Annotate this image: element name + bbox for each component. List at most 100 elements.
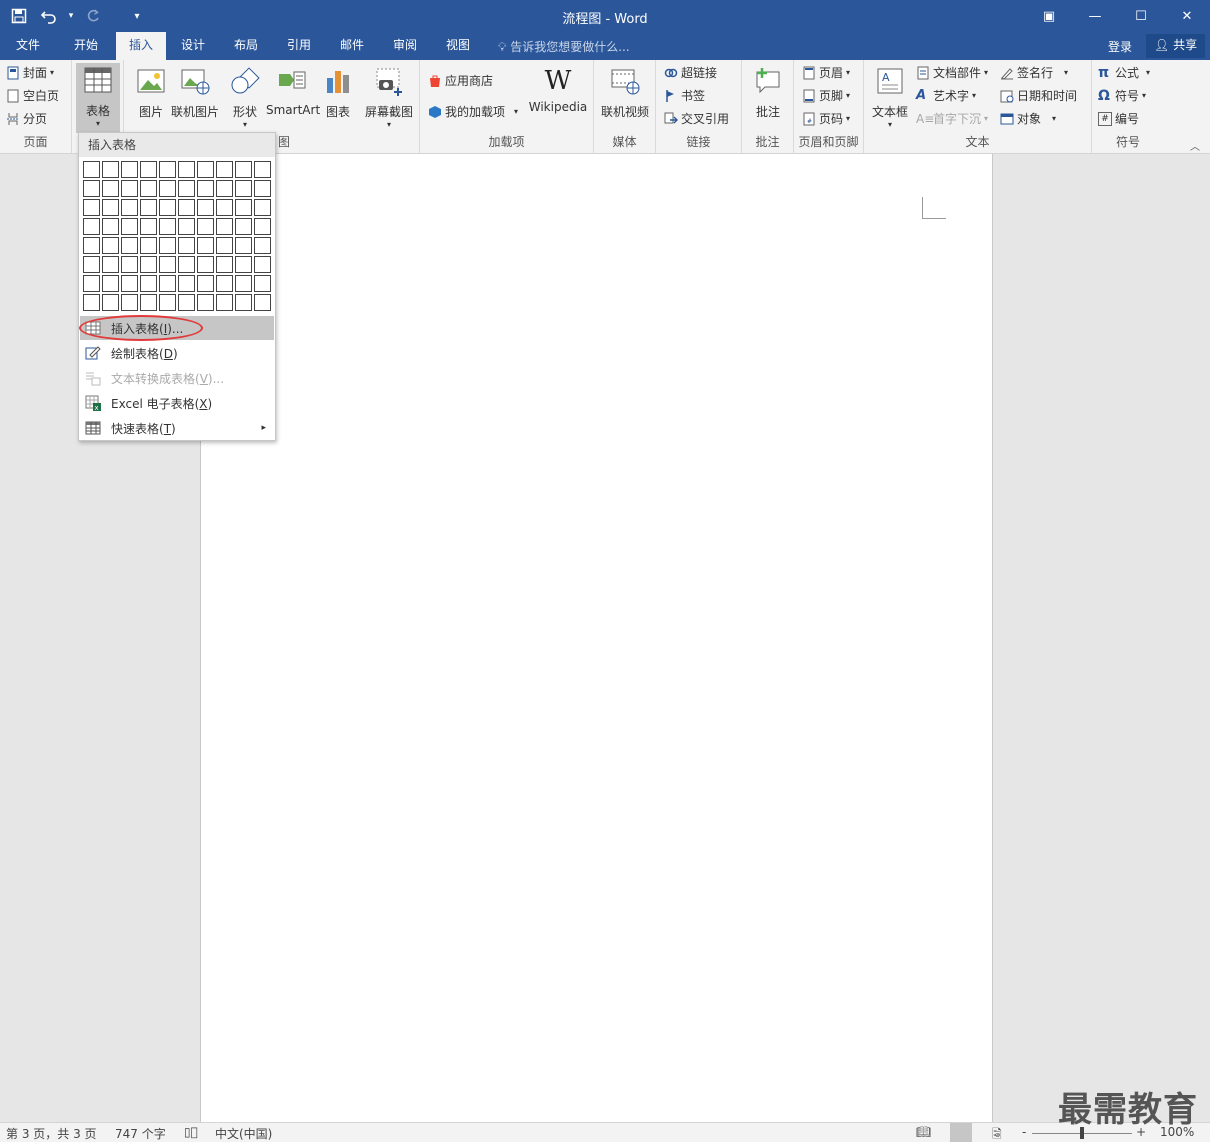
page-break-button[interactable]: 分页 bbox=[6, 109, 47, 129]
table-grid-cell[interactable] bbox=[197, 275, 214, 292]
table-grid-cell[interactable] bbox=[254, 294, 271, 311]
table-grid-cell[interactable] bbox=[216, 294, 233, 311]
table-grid-cell[interactable] bbox=[254, 161, 271, 178]
table-grid-cell[interactable] bbox=[216, 256, 233, 273]
table-grid-cell[interactable] bbox=[159, 199, 176, 216]
date-time-button[interactable]: 日期和时间 bbox=[1000, 86, 1077, 106]
table-grid-cell[interactable] bbox=[254, 256, 271, 273]
table-grid-cell[interactable] bbox=[140, 275, 157, 292]
table-grid-cell[interactable] bbox=[140, 199, 157, 216]
table-grid-cell[interactable] bbox=[178, 199, 195, 216]
table-grid-cell[interactable] bbox=[178, 180, 195, 197]
table-grid-cell[interactable] bbox=[140, 218, 157, 235]
web-layout-icon[interactable]: 🗟︎ bbox=[992, 1125, 1002, 1142]
table-grid-cell[interactable] bbox=[159, 180, 176, 197]
wikipedia-button[interactable]: W Wikipedia bbox=[526, 64, 590, 114]
online-video-button[interactable]: 联机视频 bbox=[598, 64, 652, 120]
online-pictures-button[interactable]: 联机图片 bbox=[170, 64, 220, 120]
table-grid-cell[interactable] bbox=[216, 161, 233, 178]
equation-button[interactable]: π 公式 ▾ bbox=[1098, 63, 1150, 83]
table-grid-cell[interactable] bbox=[121, 294, 138, 311]
signature-line-button[interactable]: 签名行 ▾ bbox=[1000, 63, 1068, 83]
excel-spreadsheet-menu-item[interactable]: x Excel 电子表格(X) bbox=[80, 391, 274, 415]
footer-button[interactable]: 页脚 ▾ bbox=[802, 86, 850, 106]
textbox-button[interactable]: A 文本框 ▾ bbox=[868, 64, 912, 129]
tab-file[interactable]: 文件 bbox=[4, 32, 52, 60]
drop-cap-button[interactable]: A≡ 首字下沉 ▾ bbox=[916, 109, 988, 129]
table-grid-cell[interactable] bbox=[178, 275, 195, 292]
table-grid-cell[interactable] bbox=[235, 218, 252, 235]
tab-home[interactable]: 开始 bbox=[62, 32, 110, 60]
symbol-button[interactable]: Ω 符号 ▾ bbox=[1098, 86, 1146, 106]
word-count[interactable]: 747 个字 bbox=[115, 1125, 166, 1142]
table-grid-cell[interactable] bbox=[121, 218, 138, 235]
new-comment-button[interactable]: 批注 bbox=[743, 64, 793, 120]
document-page[interactable] bbox=[200, 154, 993, 1124]
table-grid-cell[interactable] bbox=[121, 275, 138, 292]
table-grid-cell[interactable] bbox=[102, 275, 119, 292]
table-grid-cell[interactable] bbox=[197, 218, 214, 235]
header-button[interactable]: 页眉 ▾ bbox=[802, 63, 850, 83]
table-grid-cell[interactable] bbox=[102, 218, 119, 235]
tab-insert[interactable]: 插入 bbox=[116, 32, 166, 60]
screenshot-button[interactable]: 屏幕截图 ▾ bbox=[362, 64, 416, 129]
table-button[interactable]: 表格 ▾ bbox=[76, 63, 120, 133]
close-icon[interactable]: ✕ bbox=[1164, 0, 1210, 32]
tab-review[interactable]: 审阅 bbox=[382, 32, 428, 60]
bookmark-button[interactable]: 书签 bbox=[664, 86, 705, 106]
tell-me-search[interactable]: 💡︎ 告诉我您想要做什么... bbox=[498, 38, 630, 55]
table-size-grid[interactable] bbox=[83, 161, 271, 311]
table-grid-cell[interactable] bbox=[178, 256, 195, 273]
table-grid-cell[interactable] bbox=[102, 180, 119, 197]
table-grid-cell[interactable] bbox=[216, 275, 233, 292]
table-grid-cell[interactable] bbox=[178, 294, 195, 311]
table-grid-cell[interactable] bbox=[235, 180, 252, 197]
table-grid-cell[interactable] bbox=[121, 180, 138, 197]
table-grid-cell[interactable] bbox=[235, 294, 252, 311]
wordart-button[interactable]: A 艺术字 ▾ bbox=[916, 86, 976, 106]
table-grid-cell[interactable] bbox=[102, 161, 119, 178]
table-grid-cell[interactable] bbox=[216, 237, 233, 254]
table-grid-cell[interactable] bbox=[197, 161, 214, 178]
table-grid-cell[interactable] bbox=[254, 218, 271, 235]
table-grid-cell[interactable] bbox=[216, 180, 233, 197]
zoom-out-button[interactable]: - bbox=[1022, 1125, 1026, 1139]
table-grid-cell[interactable] bbox=[197, 256, 214, 273]
table-grid-cell[interactable] bbox=[178, 161, 195, 178]
table-grid-cell[interactable] bbox=[102, 256, 119, 273]
number-button[interactable]: # 编号 bbox=[1098, 109, 1139, 129]
quick-parts-button[interactable]: 文档部件 ▾ bbox=[916, 63, 988, 83]
language-indicator[interactable]: 中文(中国) bbox=[215, 1125, 272, 1142]
table-grid-cell[interactable] bbox=[216, 218, 233, 235]
table-grid-cell[interactable] bbox=[235, 199, 252, 216]
table-grid-cell[interactable] bbox=[235, 161, 252, 178]
table-grid-cell[interactable] bbox=[121, 161, 138, 178]
table-grid-cell[interactable] bbox=[102, 294, 119, 311]
table-grid-cell[interactable] bbox=[83, 294, 100, 311]
cover-page-button[interactable]: 封面 ▾ bbox=[6, 63, 54, 83]
share-button[interactable]: 👤︎ 共享 bbox=[1146, 34, 1206, 58]
table-grid-cell[interactable] bbox=[197, 199, 214, 216]
page-number-button[interactable]: # 页码 ▾ bbox=[802, 109, 850, 129]
minimize-icon[interactable]: — bbox=[1072, 0, 1118, 32]
table-grid-cell[interactable] bbox=[235, 256, 252, 273]
table-grid-cell[interactable] bbox=[159, 275, 176, 292]
table-grid-cell[interactable] bbox=[197, 237, 214, 254]
table-grid-cell[interactable] bbox=[216, 199, 233, 216]
maximize-icon[interactable]: ☐ bbox=[1118, 0, 1164, 32]
table-grid-cell[interactable] bbox=[254, 199, 271, 216]
tab-layout[interactable]: 布局 bbox=[223, 32, 269, 60]
table-grid-cell[interactable] bbox=[83, 237, 100, 254]
table-grid-cell[interactable] bbox=[178, 237, 195, 254]
table-grid-cell[interactable] bbox=[83, 275, 100, 292]
table-grid-cell[interactable] bbox=[102, 199, 119, 216]
tab-design[interactable]: 设计 bbox=[170, 32, 216, 60]
tab-references[interactable]: 引用 bbox=[276, 32, 322, 60]
page-count[interactable]: 第 3 页，共 3 页 bbox=[6, 1125, 97, 1142]
table-grid-cell[interactable] bbox=[159, 218, 176, 235]
chart-button[interactable]: 图表 bbox=[318, 64, 358, 120]
table-grid-cell[interactable] bbox=[140, 180, 157, 197]
table-grid-cell[interactable] bbox=[254, 237, 271, 254]
store-button[interactable]: 应用商店 bbox=[428, 71, 493, 91]
tab-mailings[interactable]: 邮件 bbox=[329, 32, 375, 60]
